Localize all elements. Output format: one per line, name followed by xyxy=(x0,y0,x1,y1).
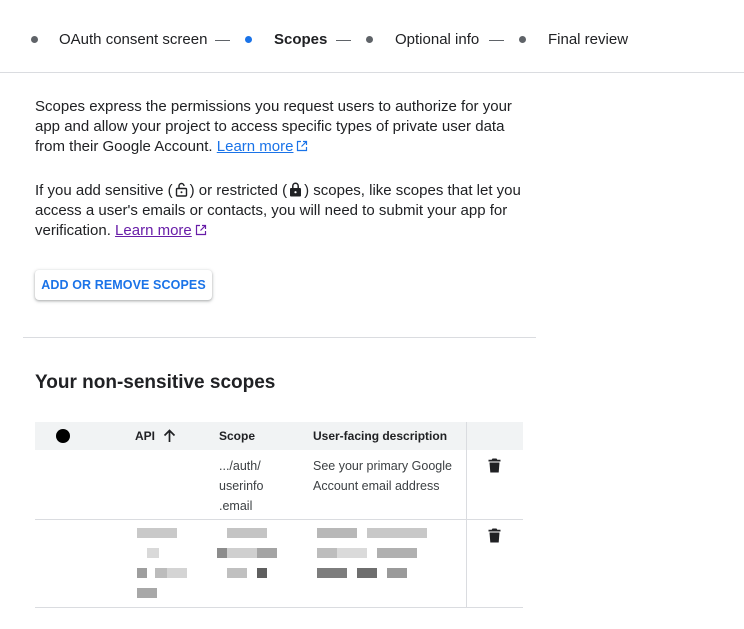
step-dot-oauth xyxy=(31,36,38,43)
external-link-icon xyxy=(297,140,308,152)
sort-arrow-up-icon[interactable] xyxy=(163,429,176,443)
select-all-checkbox[interactable] xyxy=(56,429,70,443)
trash-icon[interactable] xyxy=(488,528,501,543)
scope-line: .email xyxy=(219,499,253,513)
scope-line: .../auth/ xyxy=(219,459,261,473)
step-dot-scopes xyxy=(245,36,252,43)
verification-description: If you add sensitive () or restricted ()… xyxy=(35,181,535,241)
column-header-scope: Scope xyxy=(219,429,256,443)
description-line: See your primary Google xyxy=(313,459,452,473)
non-sensitive-scopes-title: Your non-sensitive scopes xyxy=(35,372,276,393)
scope-cell: .../auth/ userinfo .email xyxy=(219,456,263,516)
verification-text-part: ) or restricted ( xyxy=(189,182,288,199)
step-connector xyxy=(489,40,504,41)
locked-lock-icon xyxy=(290,182,302,197)
step-scopes[interactable]: Scopes xyxy=(274,30,327,50)
external-link-icon xyxy=(195,224,206,236)
section-divider xyxy=(23,337,536,338)
verification-text-part: If you add sensitive ( xyxy=(35,182,173,199)
trash-icon[interactable] xyxy=(488,458,501,473)
step-dot-optional xyxy=(366,36,373,43)
step-dot-final xyxy=(519,36,526,43)
table-row xyxy=(35,520,523,608)
step-connector xyxy=(336,40,351,41)
stepper: OAuth consent screen Scopes Optional inf… xyxy=(0,0,744,73)
step-final-review[interactable]: Final review xyxy=(548,30,628,50)
step-connector xyxy=(215,40,230,41)
table-header: API Scope User-facing description xyxy=(35,422,523,450)
column-header-api[interactable]: API xyxy=(135,429,155,443)
scopes-table: API Scope User-facing description .../au… xyxy=(35,422,523,612)
scope-line: userinfo xyxy=(219,479,264,493)
table-row: .../auth/ userinfo .email See your prima… xyxy=(35,450,523,520)
step-optional-info[interactable]: Optional info xyxy=(395,30,479,50)
description-cell: See your primary Google Account email ad… xyxy=(313,456,452,496)
learn-more-link-verification[interactable]: Learn more xyxy=(115,222,192,239)
scopes-description: Scopes express the permissions you reque… xyxy=(35,97,535,157)
column-header-description: User-facing description xyxy=(313,429,448,443)
unlocked-lock-icon xyxy=(175,182,187,197)
step-oauth-consent[interactable]: OAuth consent screen xyxy=(59,30,207,50)
learn-more-link[interactable]: Learn more xyxy=(217,138,294,155)
add-or-remove-scopes-button[interactable]: ADD OR REMOVE SCOPES xyxy=(35,270,212,300)
description-line: Account email address xyxy=(313,479,440,493)
